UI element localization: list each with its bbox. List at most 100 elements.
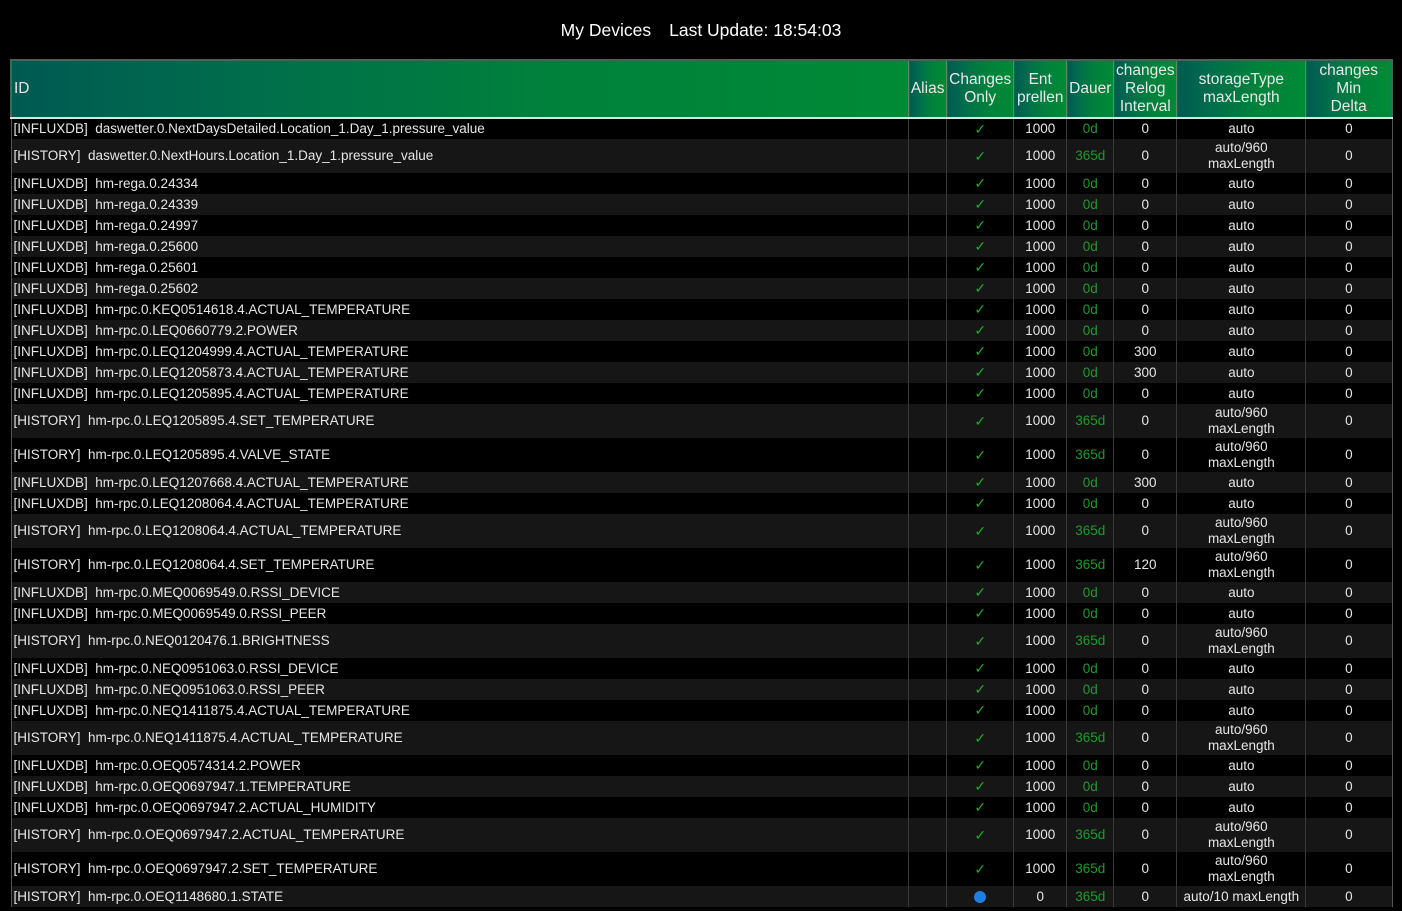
dauer-value: 0d: [1082, 660, 1098, 676]
min-delta-value: 0: [1345, 827, 1353, 842]
min-delta-cell: 0: [1305, 797, 1393, 818]
table-row[interactable]: [INFLUXDB] hm-rpc.0.KEQ0514618.4.ACTUAL_…: [10, 299, 1393, 320]
dauer-cell: 0d: [1066, 493, 1114, 514]
storage-cell: auto: [1176, 679, 1306, 700]
table-row[interactable]: [INFLUXDB] hm-rega.0.24334 ✓ 1000 0d 0 auto 0: [10, 173, 1393, 194]
storage-value: auto: [1228, 364, 1255, 380]
table-row[interactable]: [INFLUXDB] hm-rpc.0.LEQ1205895.4.ACTUAL_…: [10, 383, 1393, 404]
storage-value: auto: [1228, 495, 1255, 511]
alias-cell: [908, 320, 947, 341]
table-row[interactable]: [INFLUXDB] hm-rpc.0.MEQ0069549.0.RSSI_DE…: [10, 582, 1393, 603]
alias-cell: [908, 624, 947, 658]
table-row[interactable]: [HISTORY] hm-rpc.0.NEQ0120476.1.BRIGHTNE…: [10, 624, 1393, 658]
title-text: My Devices: [560, 20, 652, 40]
dauer-value: 0d: [1082, 474, 1098, 490]
adapter-label: [HISTORY]: [13, 148, 81, 163]
relog-cell: 0: [1113, 755, 1177, 776]
min-delta-cell: 0: [1305, 299, 1393, 320]
column-header-dauer[interactable]: Dauer: [1066, 59, 1114, 119]
check-icon: ✓: [974, 385, 987, 401]
entprellen-cell: 1000: [1013, 548, 1067, 582]
table-row[interactable]: [HISTORY] daswetter.0.NextHours.Location…: [10, 139, 1393, 173]
relog-cell: 0: [1113, 818, 1177, 852]
storage-cell: auto/10 maxLength: [1176, 886, 1306, 907]
entprellen-cell: 0: [1013, 886, 1067, 907]
check-icon: ✓: [974, 147, 987, 164]
table-row[interactable]: [HISTORY] hm-rpc.0.LEQ1205895.4.SET_TEMP…: [10, 404, 1393, 438]
relog-value: 0: [1141, 301, 1150, 317]
table-row[interactable]: [INFLUXDB] hm-rpc.0.OEQ0574314.2.POWER ✓ 1…: [10, 755, 1393, 776]
dauer-cell: 0d: [1066, 700, 1114, 721]
entprellen-cell: 1000: [1013, 624, 1067, 658]
min-delta-value: 0: [1345, 301, 1353, 317]
min-delta-cell: 0: [1305, 776, 1393, 797]
adapter-label: [HISTORY]: [13, 523, 81, 538]
table-row[interactable]: [INFLUXDB] hm-rpc.0.LEQ1204999.4.ACTUAL_…: [10, 341, 1393, 362]
column-header-alias[interactable]: Alias: [908, 59, 947, 119]
alias-cell: [908, 582, 947, 603]
state-id: hm-rpc.0.NEQ0951063.0.RSSI_DEVICE: [95, 660, 339, 676]
relog-cell: 0: [1113, 278, 1177, 299]
table-row[interactable]: [INFLUXDB] hm-rpc.0.MEQ0069549.0.RSSI_PE…: [10, 603, 1393, 624]
column-header-storage[interactable]: storageType maxLength: [1176, 59, 1306, 119]
state-id: hm-rpc.0.OEQ1148680.1.STATE: [88, 888, 284, 904]
table-row[interactable]: [INFLUXDB] hm-rega.0.25602 ✓ 1000 0d 0 auto 0: [10, 278, 1393, 299]
storage-value: maxLength: [1207, 565, 1275, 580]
state-id: hm-rega.0.25600: [95, 238, 199, 254]
alias-cell: [908, 472, 947, 493]
state-id: hm-rpc.0.OEQ0574314.2.POWER: [95, 757, 301, 773]
column-header-relog[interactable]: changes Relog Interval: [1113, 59, 1177, 119]
dauer-value: 365d: [1075, 557, 1106, 572]
column-header-entprellen[interactable]: Ent prellen: [1013, 59, 1067, 119]
changes-only-cell: [946, 886, 1014, 907]
id-cell: [INFLUXDB] hm-rpc.0.OEQ0697947.1.TEMPERA…: [10, 776, 909, 797]
min-delta-value: 0: [1345, 633, 1353, 648]
table-row[interactable]: [HISTORY] hm-rpc.0.OEQ0697947.2.ACTUAL_T…: [10, 818, 1393, 852]
table-row[interactable]: [INFLUXDB] daswetter.0.NextDaysDetailed.…: [10, 118, 1393, 139]
table-row[interactable]: [HISTORY] hm-rpc.0.LEQ1205895.4.VALVE_ST…: [10, 438, 1393, 472]
dauer-value: 0d: [1082, 495, 1098, 511]
table-row[interactable]: [INFLUXDB] hm-rega.0.24339 ✓ 1000 0d 0 auto 0: [10, 194, 1393, 215]
id-cell: [INFLUXDB] hm-rega.0.25600: [10, 236, 909, 257]
relog-value: 0: [1141, 217, 1150, 233]
entprellen-cell: 1000: [1013, 679, 1067, 700]
entprellen-value: 1000: [1025, 557, 1056, 572]
state-id: hm-rpc.0.OEQ0697947.2.ACTUAL_HUMIDITY: [95, 799, 376, 815]
state-id: hm-rpc.0.MEQ0069549.0.RSSI_DEVICE: [95, 584, 340, 600]
table-row[interactable]: [INFLUXDB] hm-rpc.0.NEQ1411875.4.ACTUAL_…: [10, 700, 1393, 721]
relog-cell: 0: [1113, 173, 1177, 194]
storage-value: auto: [1228, 681, 1255, 697]
table-row[interactable]: [INFLUXDB] hm-rpc.0.LEQ1205873.4.ACTUAL_…: [10, 362, 1393, 383]
table-row[interactable]: [HISTORY] hm-rpc.0.LEQ1208064.4.ACTUAL_T…: [10, 514, 1393, 548]
column-header-min-delta[interactable]: changes Min Delta: [1305, 59, 1394, 119]
id-cell: [INFLUXDB] hm-rpc.0.LEQ1205895.4.ACTUAL_…: [10, 383, 909, 404]
table-row[interactable]: [HISTORY] hm-rpc.0.OEQ1148680.1.STATE 0 36…: [10, 886, 1393, 907]
state-id: hm-rega.0.24339: [95, 196, 199, 212]
entprellen-value: 1000: [1025, 681, 1056, 697]
id-cell: [INFLUXDB] hm-rpc.0.NEQ0951063.0.RSSI_DE…: [10, 658, 909, 679]
relog-cell: 0: [1113, 194, 1177, 215]
column-header-id[interactable]: ID: [10, 59, 909, 119]
table-row[interactable]: [INFLUXDB] hm-rpc.0.LEQ1207668.4.ACTUAL_…: [10, 472, 1393, 493]
id-cell: [INFLUXDB] hm-rega.0.25601: [10, 257, 909, 278]
table-row[interactable]: [INFLUXDB] hm-rpc.0.NEQ0951063.0.RSSI_DE…: [10, 658, 1393, 679]
id-cell: [INFLUXDB] hm-rpc.0.MEQ0069549.0.RSSI_PE…: [10, 603, 909, 624]
adapter-label: [INFLUXDB]: [13, 259, 88, 275]
table-row[interactable]: [HISTORY] hm-rpc.0.OEQ0697947.2.SET_TEMP…: [10, 852, 1393, 886]
devices-table: ID Alias Changes Only Ent prellen Dauer ch…: [10, 59, 1394, 907]
table-row[interactable]: [HISTORY] hm-rpc.0.LEQ1208064.4.SET_TEMP…: [10, 548, 1393, 582]
table-row[interactable]: [INFLUXDB] hm-rpc.0.LEQ0660779.2.POWER ✓ 1…: [10, 320, 1393, 341]
table-row[interactable]: [HISTORY] hm-rpc.0.NEQ1411875.4.ACTUAL_T…: [10, 721, 1393, 755]
table-row[interactable]: [INFLUXDB] hm-rpc.0.LEQ1208064.4.ACTUAL_…: [10, 493, 1393, 514]
storage-cell: auto/960 maxLength: [1176, 624, 1306, 658]
state-id: hm-rpc.0.LEQ1205873.4.ACTUAL_TEMPERATURE: [95, 364, 409, 380]
table-row[interactable]: [INFLUXDB] hm-rega.0.24997 ✓ 1000 0d 0 auto 0: [10, 215, 1393, 236]
table-row[interactable]: [INFLUXDB] hm-rega.0.25600 ✓ 1000 0d 0 auto 0: [10, 236, 1393, 257]
entprellen-value: 1000: [1025, 605, 1056, 621]
table-row[interactable]: [INFLUXDB] hm-rpc.0.NEQ0951063.0.RSSI_PE…: [10, 679, 1393, 700]
table-row[interactable]: [INFLUXDB] hm-rega.0.25601 ✓ 1000 0d 0 auto 0: [10, 257, 1393, 278]
dauer-value: 0d: [1082, 280, 1098, 296]
column-header-changes-only[interactable]: Changes Only: [946, 59, 1014, 119]
table-row[interactable]: [INFLUXDB] hm-rpc.0.OEQ0697947.2.ACTUAL_…: [10, 797, 1393, 818]
table-row[interactable]: [INFLUXDB] hm-rpc.0.OEQ0697947.1.TEMPERA…: [10, 776, 1393, 797]
